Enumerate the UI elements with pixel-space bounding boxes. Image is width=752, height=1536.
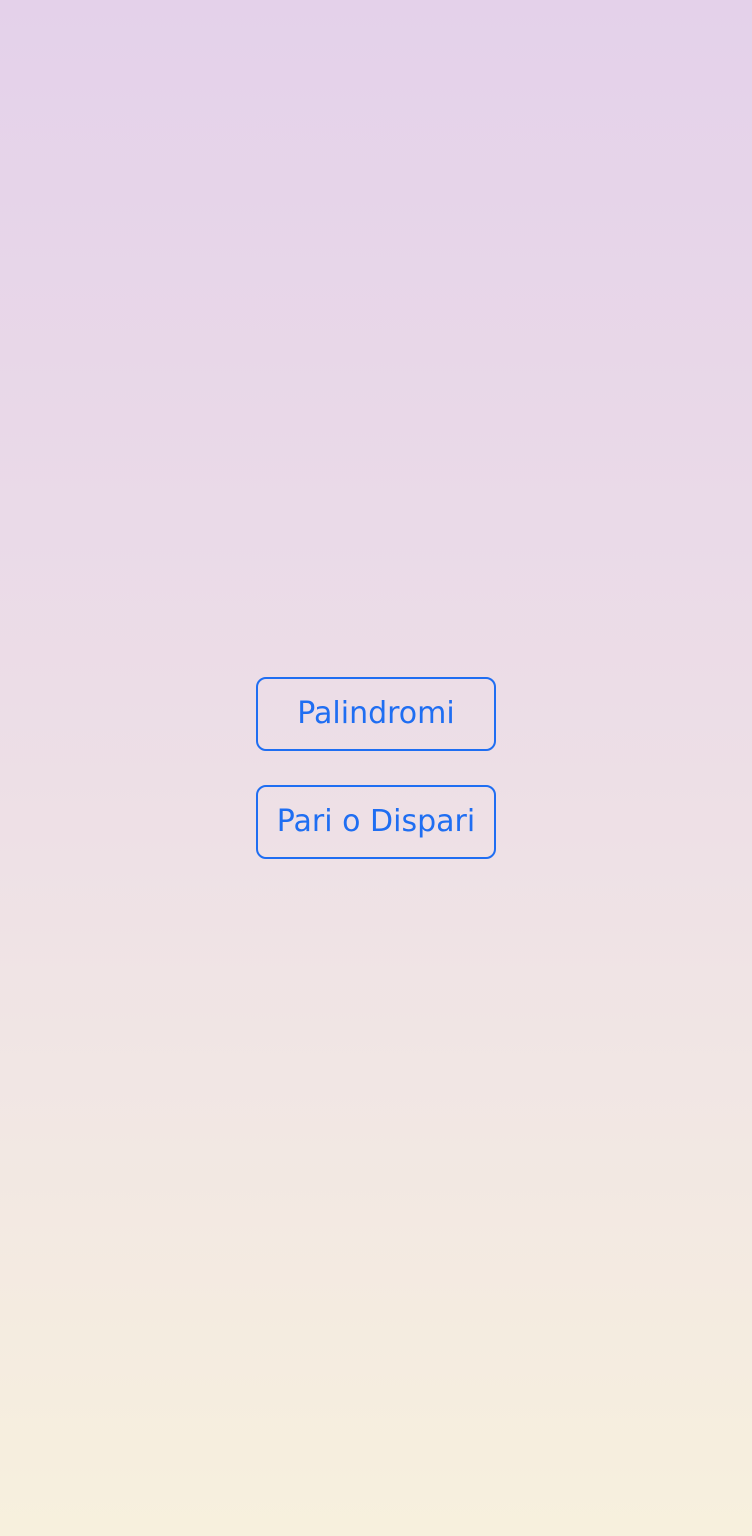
menu-button-group: Palindromi Pari o Dispari	[256, 677, 496, 859]
palindromi-button[interactable]: Palindromi	[256, 677, 496, 751]
pari-o-dispari-button[interactable]: Pari o Dispari	[256, 785, 496, 859]
